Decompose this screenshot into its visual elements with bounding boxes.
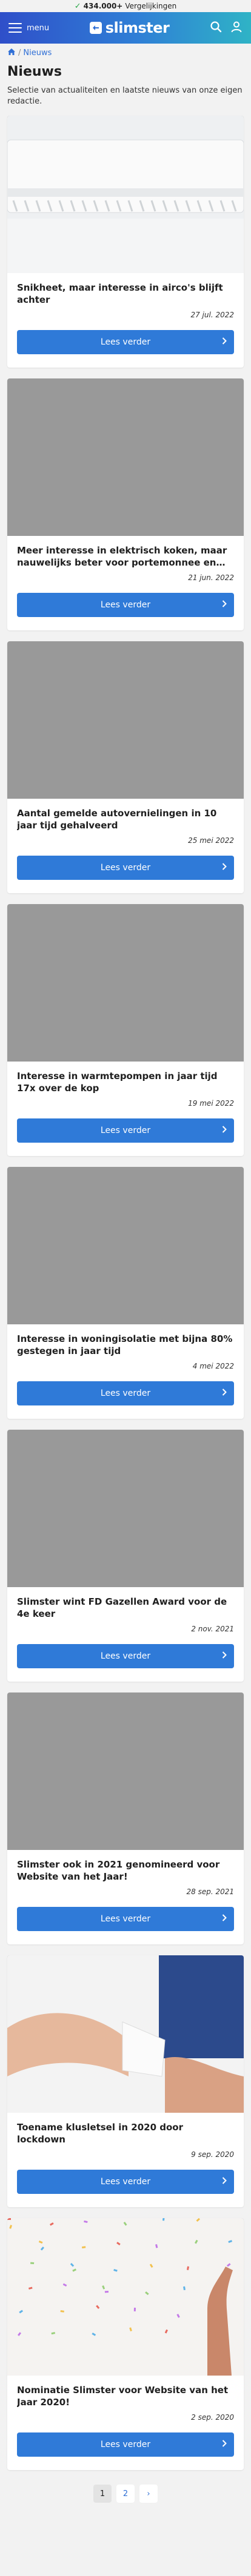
news-image[interactable] — [7, 1167, 244, 1324]
news-image[interactable] — [7, 641, 244, 799]
read-more-label: Lees verder — [100, 1126, 151, 1135]
pagination: 1 2 › — [0, 2481, 251, 2515]
chevron-right-icon — [222, 1389, 227, 1398]
news-card[interactable]: Toename klusletsel in 2020 door lockdown… — [7, 1955, 244, 2207]
chevron-right-icon — [222, 1914, 227, 1924]
page-1-button[interactable]: 1 — [93, 2485, 112, 2503]
news-date: 28 sep. 2021 — [186, 1887, 234, 1896]
news-card[interactable]: Snikheet, maar interesse in airco's blij… — [7, 116, 244, 368]
page-2-button[interactable]: 2 — [116, 2485, 135, 2503]
read-more-label: Lees verder — [100, 2177, 151, 2187]
read-more-button[interactable]: Lees verder — [17, 1381, 234, 1405]
trust-bar: ✓ 434.000+ Vergelijkingen — [0, 0, 251, 12]
site-header: menu slimster — [0, 12, 251, 44]
read-more-label: Lees verder — [100, 863, 151, 873]
news-card[interactable]: Meer interesse in elektrisch koken, maar… — [7, 378, 244, 630]
read-more-button[interactable]: Lees verder — [17, 330, 234, 354]
breadcrumb: / Nieuws — [0, 44, 251, 62]
read-more-button[interactable]: Lees verder — [17, 2170, 234, 2194]
news-date: 25 mei 2022 — [188, 836, 234, 845]
chevron-right-icon — [222, 337, 227, 347]
news-date: 19 mei 2022 — [188, 1099, 234, 1108]
chevron-right-icon — [222, 1126, 227, 1135]
read-more-button[interactable]: Lees verder — [17, 856, 234, 880]
news-card[interactable]: Interesse in warmtepompen in jaar tijd 1… — [7, 904, 244, 1156]
check-icon: ✓ — [74, 1, 81, 11]
user-icon[interactable] — [230, 21, 243, 35]
chevron-right-icon — [222, 863, 227, 873]
read-more-label: Lees verder — [100, 2440, 151, 2449]
news-title[interactable]: Interesse in warmtepompen in jaar tijd 1… — [17, 1062, 234, 1097]
read-more-label: Lees verder — [100, 1651, 151, 1661]
news-card[interactable]: Interesse in woningisolatie met bijna 80… — [7, 1167, 244, 1419]
news-title[interactable]: Meer interesse in elektrisch koken, maar… — [17, 536, 234, 571]
read-more-label: Lees verder — [100, 1914, 151, 1924]
news-card[interactable]: Slimster wint FD Gazellen Award voor de … — [7, 1430, 244, 1682]
news-image[interactable] — [7, 116, 244, 273]
news-card[interactable]: Nominatie Slimster voor Website van het … — [7, 2218, 244, 2470]
news-image[interactable] — [7, 1955, 244, 2113]
news-date: 21 jun. 2022 — [188, 573, 234, 582]
news-title[interactable]: Interesse in woningisolatie met bijna 80… — [17, 1324, 234, 1359]
page-intro: Nieuws Selectie van actualiteiten en laa… — [0, 62, 251, 116]
news-title[interactable]: Aantal gemelde autovernielingen in 10 ja… — [17, 799, 234, 834]
news-image[interactable] — [7, 378, 244, 536]
news-image[interactable] — [7, 1693, 244, 1850]
news-title[interactable]: Slimster ook in 2021 genomineerd voor We… — [17, 1850, 234, 1885]
news-date: 4 mei 2022 — [192, 1362, 234, 1370]
read-more-button[interactable]: Lees verder — [17, 1907, 234, 1931]
comparison-count: 434.000+ — [83, 2, 123, 10]
read-more-label: Lees verder — [100, 600, 151, 610]
news-card[interactable]: Slimster ook in 2021 genomineerd voor We… — [7, 1693, 244, 1944]
page-description: Selectie van actualiteiten en laatste ni… — [7, 86, 243, 106]
logo[interactable]: slimster — [89, 19, 170, 36]
news-title[interactable]: Nominatie Slimster voor Website van het … — [17, 2376, 234, 2411]
logo-text: slimster — [105, 19, 170, 36]
next-page-button[interactable]: › — [139, 2485, 158, 2503]
hamburger-icon — [8, 23, 22, 33]
read-more-button[interactable]: Lees verder — [17, 593, 234, 617]
news-image[interactable] — [7, 2218, 244, 2376]
read-more-button[interactable]: Lees verder — [17, 1118, 234, 1143]
search-icon[interactable] — [210, 21, 222, 35]
read-more-label: Lees verder — [100, 337, 151, 347]
comparison-label: Vergelijkingen — [125, 2, 177, 10]
breadcrumb-separator: / — [18, 48, 21, 58]
news-date: 27 jul. 2022 — [190, 311, 234, 319]
news-date: 9 sep. 2020 — [191, 2150, 234, 2159]
chevron-right-icon — [222, 2177, 227, 2187]
logo-mark-icon — [89, 22, 102, 34]
menu-label: menu — [27, 23, 50, 33]
news-date: 2 sep. 2020 — [191, 2413, 234, 2422]
read-more-label: Lees verder — [100, 1389, 151, 1398]
news-date: 2 nov. 2021 — [191, 1625, 234, 1633]
news-image[interactable] — [7, 904, 244, 1062]
news-title[interactable]: Snikheet, maar interesse in airco's blij… — [17, 273, 234, 308]
news-card[interactable]: Aantal gemelde autovernielingen in 10 ja… — [7, 641, 244, 893]
home-icon[interactable] — [7, 48, 16, 58]
page-title: Nieuws — [7, 64, 62, 79]
read-more-button[interactable]: Lees verder — [17, 2432, 234, 2457]
chevron-right-icon — [222, 1651, 227, 1661]
news-title[interactable]: Toename klusletsel in 2020 door lockdown — [17, 2113, 234, 2148]
chevron-right-icon — [222, 2440, 227, 2449]
news-list: Snikheet, maar interesse in airco's blij… — [0, 116, 251, 2470]
chevron-right-icon — [222, 600, 227, 610]
news-image[interactable] — [7, 1430, 244, 1587]
breadcrumb-current[interactable]: Nieuws — [23, 48, 52, 58]
menu-button[interactable]: menu — [8, 23, 49, 33]
read-more-button[interactable]: Lees verder — [17, 1644, 234, 1668]
news-title[interactable]: Slimster wint FD Gazellen Award voor de … — [17, 1587, 234, 1622]
